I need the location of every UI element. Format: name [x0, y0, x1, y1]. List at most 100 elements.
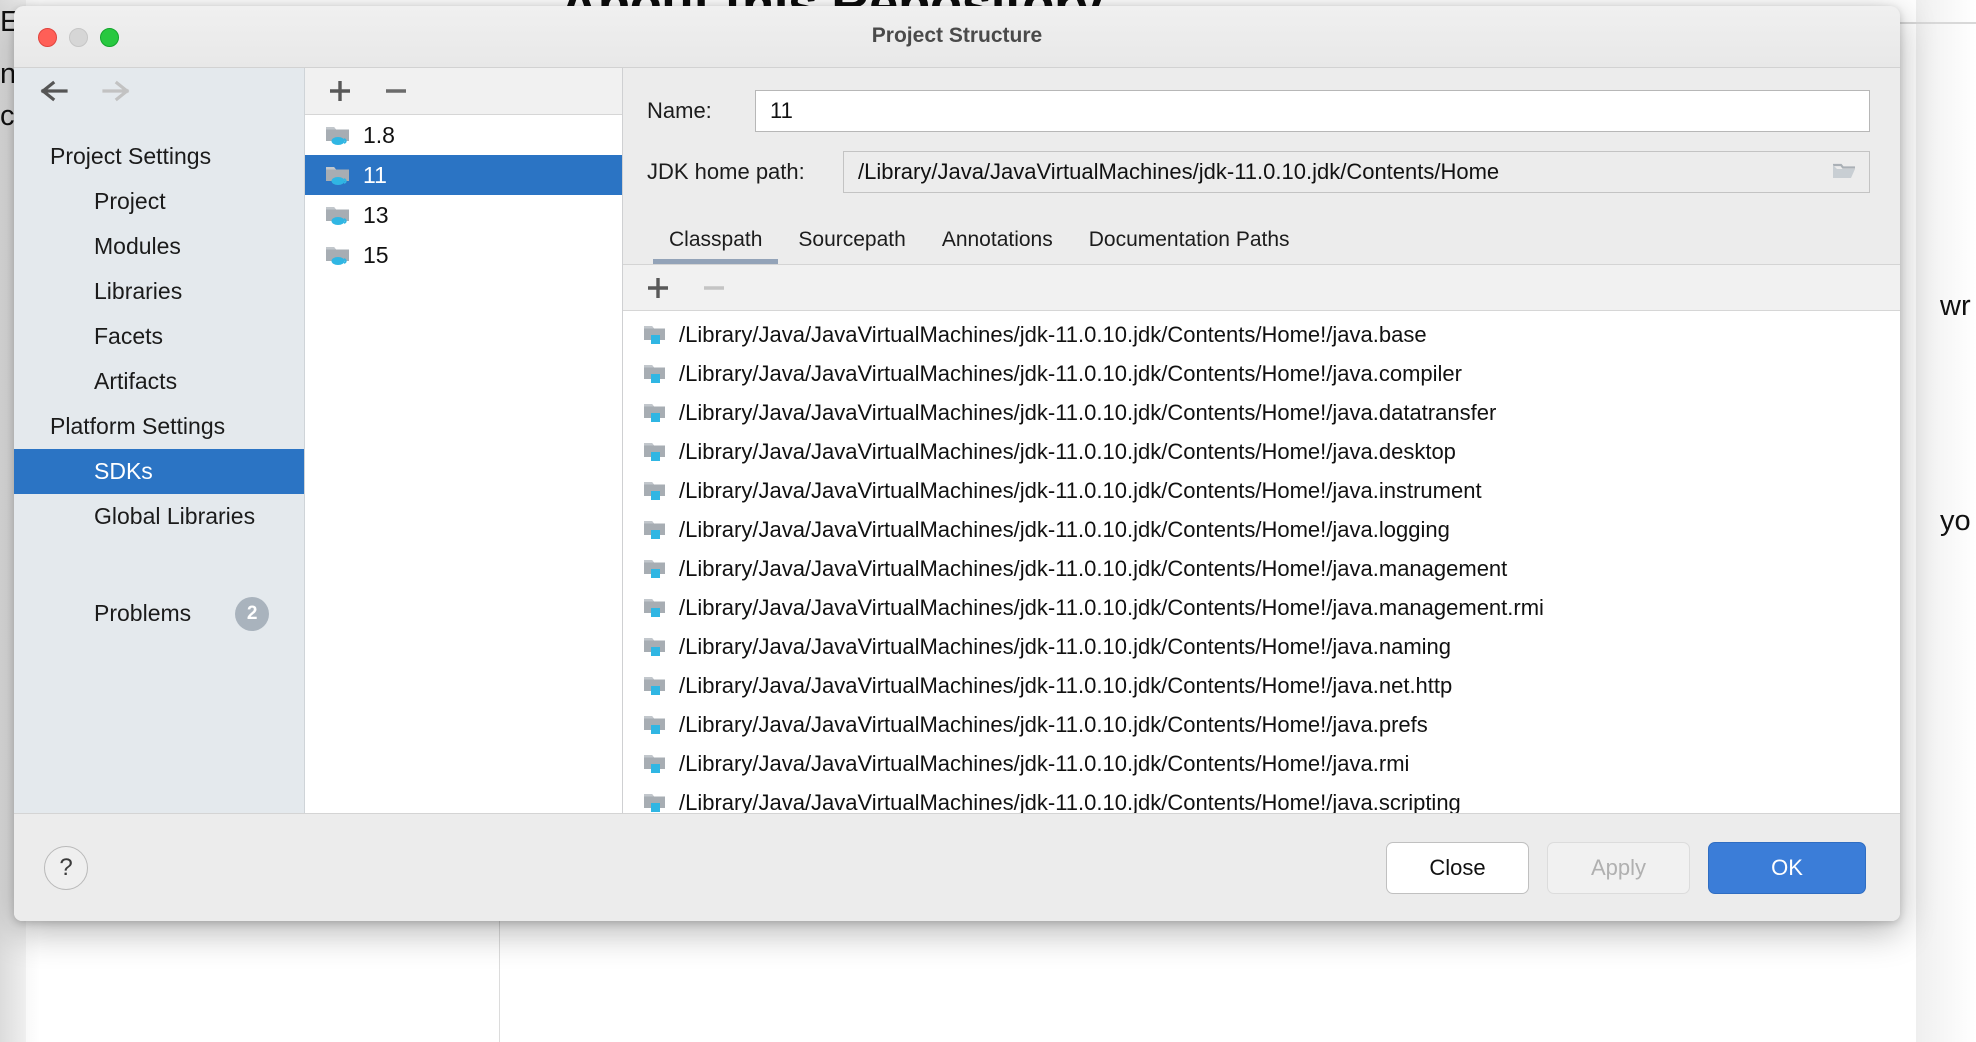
classpath-list[interactable]: /Library/Java/JavaVirtualMachines/jdk-11…	[623, 311, 1900, 813]
sidebar-item-artifacts[interactable]: Artifacts	[14, 359, 304, 404]
sdk-list-panel: 1.8 11 13 15	[305, 68, 623, 813]
jdk-home-path-row: JDK home path: /Library/Java/JavaVirtual…	[623, 142, 1900, 202]
background-text-fragment: wr	[1940, 290, 1971, 322]
tab-documentation-paths[interactable]: Documentation Paths	[1071, 228, 1308, 264]
module-folder-icon	[643, 752, 669, 776]
list-item[interactable]: /Library/Java/JavaVirtualMachines/jdk-11…	[623, 744, 1900, 783]
list-item[interactable]: 11	[305, 155, 622, 195]
name-input[interactable]: 11	[755, 90, 1870, 132]
module-folder-icon	[643, 362, 669, 386]
sidebar-item-sdks[interactable]: SDKs	[14, 449, 304, 494]
sidebar-item-modules[interactable]: Modules	[14, 224, 304, 269]
list-item-label: /Library/Java/JavaVirtualMachines/jdk-11…	[679, 750, 1410, 776]
jdk-home-path-input[interactable]: /Library/Java/JavaVirtualMachines/jdk-11…	[843, 151, 1870, 193]
list-item[interactable]: 13	[305, 195, 622, 235]
module-folder-icon	[643, 713, 669, 737]
module-folder-icon	[643, 557, 669, 581]
list-item[interactable]: /Library/Java/JavaVirtualMachines/jdk-11…	[623, 588, 1900, 627]
module-folder-icon	[643, 518, 669, 542]
list-item-label: /Library/Java/JavaVirtualMachines/jdk-11…	[679, 477, 1482, 503]
jdk-home-path-label: JDK home path:	[647, 159, 805, 184]
module-folder-icon	[643, 674, 669, 698]
list-item-label: /Library/Java/JavaVirtualMachines/jdk-11…	[679, 555, 1508, 581]
minus-icon[interactable]	[383, 78, 409, 104]
sidebar-item-libraries[interactable]: Libraries	[14, 269, 304, 314]
list-item[interactable]: /Library/Java/JavaVirtualMachines/jdk-11…	[623, 510, 1900, 549]
list-item[interactable]: /Library/Java/JavaVirtualMachines/jdk-11…	[623, 393, 1900, 432]
sdk-detail-pane: Name: 11 JDK home path: /Library/Java/Ja…	[623, 68, 1900, 813]
classpath-toolbar	[623, 265, 1900, 311]
help-button[interactable]: ?	[44, 845, 88, 890]
background-text-fragment: c	[0, 100, 15, 132]
list-item[interactable]: /Library/Java/JavaVirtualMachines/jdk-11…	[623, 783, 1900, 813]
module-folder-icon	[643, 440, 669, 464]
list-item[interactable]: /Library/Java/JavaVirtualMachines/jdk-11…	[623, 666, 1900, 705]
sdk-items: 1.8 11 13 15	[305, 115, 622, 813]
sidebar-item-problems[interactable]: Problems 2	[14, 591, 304, 636]
list-item-label: 15	[363, 241, 389, 268]
list-item-label: /Library/Java/JavaVirtualMachines/jdk-11…	[679, 789, 1461, 814]
sidebar-navigation	[14, 68, 304, 114]
list-item-label: /Library/Java/JavaVirtualMachines/jdk-11…	[679, 594, 1544, 620]
minus-icon	[701, 275, 727, 301]
background-text-fragment: yo	[1940, 505, 1971, 537]
sidebar-item-global-libraries[interactable]: Global Libraries	[14, 494, 304, 539]
dialog-titlebar: Project Structure	[14, 6, 1900, 68]
jdk-folder-icon	[325, 243, 351, 267]
problems-count-badge: 2	[235, 596, 270, 631]
module-folder-icon	[643, 596, 669, 620]
dialog-footer: ? Close Apply OK	[14, 813, 1900, 921]
arrow-right-icon	[98, 79, 130, 103]
tab-sourcepath[interactable]: Sourcepath	[780, 228, 923, 264]
list-item-label: /Library/Java/JavaVirtualMachines/jdk-11…	[679, 321, 1427, 347]
sidebar-item-facets[interactable]: Facets	[14, 314, 304, 359]
list-item-label: /Library/Java/JavaVirtualMachines/jdk-11…	[679, 711, 1428, 737]
settings-sidebar: Project Settings Project Modules Librari…	[14, 68, 305, 813]
name-field-row: Name: 11	[623, 80, 1900, 142]
module-folder-icon	[643, 323, 669, 347]
sidebar-group-platform-settings: Platform Settings	[50, 413, 226, 439]
tab-annotations[interactable]: Annotations	[924, 228, 1071, 264]
list-item[interactable]: /Library/Java/JavaVirtualMachines/jdk-11…	[623, 549, 1900, 588]
module-folder-icon	[643, 635, 669, 659]
name-label: Name:	[647, 98, 712, 123]
jdk-home-path-value: /Library/Java/JavaVirtualMachines/jdk-11…	[858, 159, 1500, 184]
tab-classpath[interactable]: Classpath	[651, 228, 780, 264]
dialog-title: Project Structure	[871, 24, 1043, 47]
list-item-label: /Library/Java/JavaVirtualMachines/jdk-11…	[679, 360, 1462, 386]
module-folder-icon	[643, 479, 669, 503]
module-folder-icon	[643, 401, 669, 425]
arrow-left-icon[interactable]	[40, 79, 72, 103]
list-item[interactable]: 1.8	[305, 115, 622, 155]
sdk-list-toolbar	[305, 68, 622, 115]
list-item-label: /Library/Java/JavaVirtualMachines/jdk-11…	[679, 438, 1456, 464]
list-item-label: /Library/Java/JavaVirtualMachines/jdk-11…	[679, 633, 1452, 659]
list-item-label: /Library/Java/JavaVirtualMachines/jdk-11…	[679, 672, 1453, 698]
list-item[interactable]: /Library/Java/JavaVirtualMachines/jdk-11…	[623, 627, 1900, 666]
list-item-label: /Library/Java/JavaVirtualMachines/jdk-11…	[679, 399, 1497, 425]
list-item-label: 11	[363, 161, 387, 188]
jdk-folder-icon	[325, 123, 351, 147]
sidebar-items: Project Settings Project Modules Librari…	[14, 114, 304, 636]
plus-icon[interactable]	[645, 275, 671, 301]
ok-button[interactable]: OK	[1708, 841, 1866, 894]
plus-icon[interactable]	[327, 78, 353, 104]
close-button[interactable]: Close	[1386, 841, 1529, 894]
list-item[interactable]: /Library/Java/JavaVirtualMachines/jdk-11…	[623, 315, 1900, 354]
dialog-body: Project Settings Project Modules Librari…	[14, 68, 1900, 813]
project-structure-dialog: Project Structure Project Settings Proje…	[14, 6, 1900, 921]
apply-button: Apply	[1547, 841, 1690, 894]
list-item[interactable]: /Library/Java/JavaVirtualMachines/jdk-11…	[623, 432, 1900, 471]
list-item-label: 1.8	[363, 121, 395, 148]
sidebar-group-project-settings: Project Settings	[50, 143, 212, 169]
list-item[interactable]: /Library/Java/JavaVirtualMachines/jdk-11…	[623, 354, 1900, 393]
list-item[interactable]: /Library/Java/JavaVirtualMachines/jdk-11…	[623, 471, 1900, 510]
folder-browse-icon[interactable]	[1831, 160, 1859, 184]
sidebar-item-project[interactable]: Project	[14, 179, 304, 224]
list-item[interactable]: 15	[305, 235, 622, 275]
classpath-panel: /Library/Java/JavaVirtualMachines/jdk-11…	[623, 264, 1900, 813]
list-item-label: /Library/Java/JavaVirtualMachines/jdk-11…	[679, 516, 1450, 542]
list-item[interactable]: /Library/Java/JavaVirtualMachines/jdk-11…	[623, 705, 1900, 744]
detail-tabs: Classpath Sourcepath Annotations Documen…	[623, 210, 1900, 264]
jdk-folder-icon	[325, 163, 351, 187]
